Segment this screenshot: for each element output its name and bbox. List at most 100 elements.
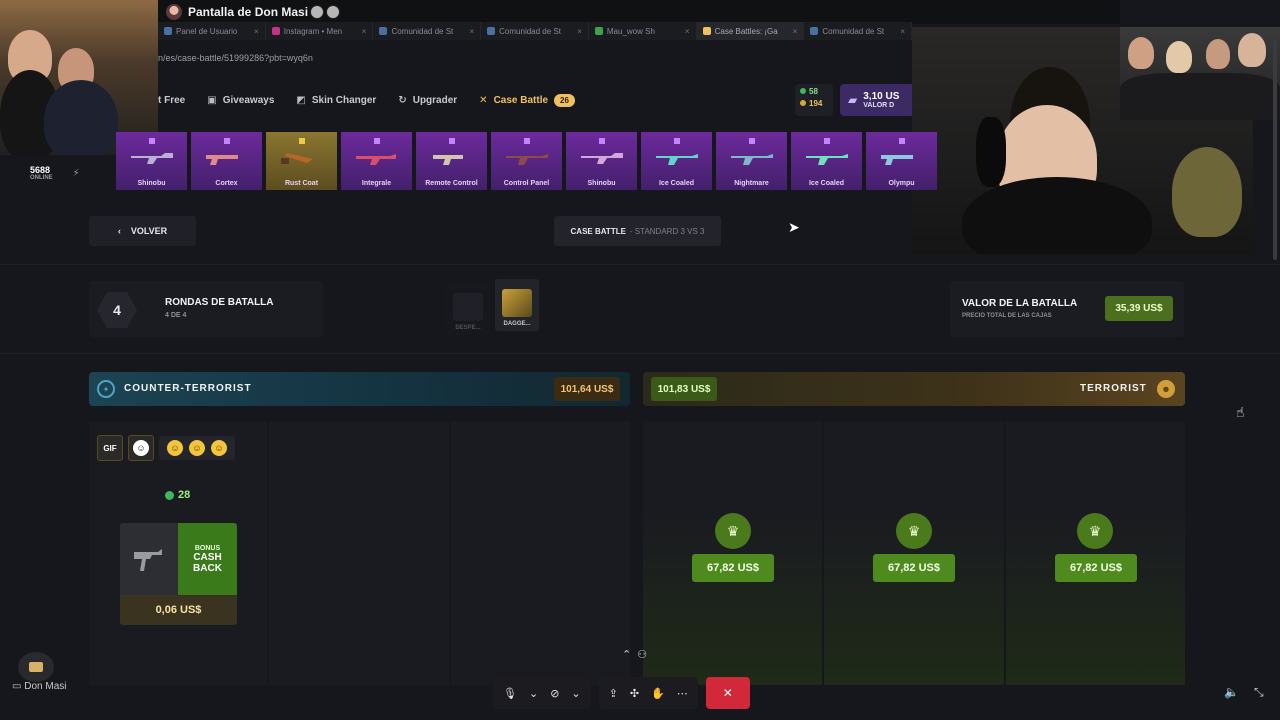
- drop-name: Nightmare: [734, 180, 769, 187]
- more-icon[interactable]: ⋯: [677, 687, 688, 700]
- drop-name: Shinobu: [137, 180, 166, 187]
- player-slot-t-1: [643, 421, 822, 685]
- presenter-avatar: [166, 4, 182, 20]
- gun-icon: [655, 154, 698, 165]
- crown-icon: ♛: [715, 513, 751, 549]
- browser-tab[interactable]: Comunidad de St ×: [373, 22, 482, 40]
- gun-icon: [432, 155, 463, 165]
- end-call-button[interactable]: ✕: [705, 677, 750, 709]
- browser-tab[interactable]: Comunidad de St ×: [804, 22, 913, 40]
- nav-giveaways[interactable]: ▣ Giveaways: [207, 95, 274, 106]
- ct-team-bar: ✦ COUNTER-TERRORIST 101,64 US$: [89, 372, 630, 406]
- drop-item[interactable]: Shinobu: [116, 132, 187, 190]
- player-slot-t-2: [824, 421, 1004, 685]
- mute-icon[interactable]: ×: [685, 27, 690, 36]
- battle-value-title: VALOR DE LA BATALLA: [962, 298, 1078, 309]
- green-coin-icon: [165, 490, 174, 500]
- close-icon[interactable]: ×: [577, 27, 582, 36]
- gun-icon: [805, 154, 848, 165]
- share-controls: ⇪ ✣ ✋ ⋯: [598, 677, 698, 709]
- drop-item[interactable]: Olympu: [866, 132, 937, 190]
- tab-label: Comunidad de St: [391, 26, 454, 36]
- camera-off-icon[interactable]: ⊘: [550, 687, 559, 700]
- raise-hand-icon[interactable]: ✋: [651, 687, 665, 700]
- page-scrollbar[interactable]: [1273, 40, 1277, 260]
- won-item-card[interactable]: BONUS CASH BACK 0,06 US$: [120, 523, 237, 625]
- webcam-group: [1120, 27, 1280, 120]
- rarity-tag: [748, 138, 755, 144]
- browser-tab[interactable]: Panel de Usuario ×: [158, 22, 266, 40]
- drop-item[interactable]: Shinobu: [566, 132, 637, 190]
- tab-label: Comunidad de St: [499, 26, 561, 36]
- gift-icon: ▣: [207, 94, 217, 106]
- browser-tab-active[interactable]: Case Battles: ¡Ga ×: [696, 22, 805, 40]
- chevron-down-icon[interactable]: ⌄: [571, 687, 580, 700]
- balance-box[interactable]: 58 194: [795, 84, 833, 116]
- tab-label: Panel de Usuario: [176, 26, 238, 36]
- back-label: VOLVER: [130, 226, 168, 236]
- volume-icon[interactable]: 🔈: [1224, 685, 1239, 699]
- bonus-label: BONUS: [194, 544, 221, 552]
- nav-free[interactable]: t Free: [158, 95, 185, 106]
- nav-upgrader[interactable]: ↻ Upgrader: [398, 95, 457, 106]
- emoji-button[interactable]: ☺: [128, 435, 154, 461]
- browser-tab-strip: Panel de Usuario × Instagram • Men × Comun…: [158, 22, 913, 40]
- nav-skin-changer[interactable]: ◩ Skin Changer: [296, 95, 376, 106]
- reactions-toggle[interactable]: ⌃ ⚇: [622, 648, 647, 661]
- steam-icon: [379, 27, 388, 35]
- neutral-emoji-icon[interactable]: ☺: [189, 440, 205, 456]
- drop-item[interactable]: Integrale: [341, 132, 412, 190]
- rarity-tag: [673, 138, 680, 144]
- nav-case-battle[interactable]: ✕ Case Battle 26: [479, 93, 575, 107]
- t-total: 101,83 US$: [651, 377, 717, 401]
- apps-icon[interactable]: ✣: [630, 687, 639, 700]
- bolt-icon: ⚡: [72, 167, 80, 179]
- rounds-box: 4 RONDAS DE BATALLA 4 DE 4: [89, 281, 323, 337]
- rarity-tag: [148, 138, 155, 144]
- back-button[interactable]: ‹ VOLVER: [89, 216, 196, 246]
- microphone-icon[interactable]: 🎙: [503, 687, 517, 700]
- close-icon[interactable]: ×: [469, 27, 474, 36]
- kick-icon: [594, 27, 603, 35]
- wallet-button[interactable]: ▰ 3,10 US VALOR D: [840, 84, 914, 116]
- drop-item[interactable]: Ice Coaled: [641, 132, 712, 190]
- laugh-emoji-icon[interactable]: ☺: [167, 440, 183, 456]
- browser-tab[interactable]: Mau_wow Sh ×: [589, 22, 697, 40]
- drop-item[interactable]: Remote Control: [416, 132, 487, 190]
- chevron-down-icon[interactable]: ⌄: [529, 687, 538, 700]
- browser-tab[interactable]: Comunidad de St ×: [481, 22, 589, 40]
- drop-item[interactable]: Cortex: [191, 132, 262, 190]
- av-controls: 🎙 ⌄ ⊘ ⌄: [493, 677, 591, 709]
- close-icon[interactable]: ×: [254, 27, 259, 36]
- drop-item[interactable]: Ice Coaled: [791, 132, 862, 190]
- grin-emoji-icon[interactable]: ☺: [211, 440, 227, 456]
- steam-icon: [487, 27, 496, 35]
- close-icon[interactable]: ×: [362, 27, 367, 36]
- coin-amount: 28: [178, 489, 191, 501]
- browser-tab[interactable]: Instagram • Men ×: [266, 22, 374, 40]
- case-art: [453, 293, 483, 321]
- instagram-icon: [271, 27, 280, 35]
- address-bar[interactable]: n/es/case-battle/51999286?pbt=wyq6n: [158, 48, 912, 68]
- steam-icon: [810, 27, 819, 35]
- back-label: BACK: [193, 562, 222, 574]
- gif-button[interactable]: GIF: [97, 435, 123, 461]
- chat-icon[interactable]: [18, 652, 54, 682]
- presenter-name: ▭ Don Masi: [12, 681, 66, 692]
- case-thumbnail[interactable]: DESPE...: [446, 283, 490, 335]
- crown-icon: ♛: [1077, 513, 1113, 549]
- gun-icon: ▰: [848, 93, 858, 107]
- drop-item[interactable]: Rust Coat: [266, 132, 337, 190]
- drop-item[interactable]: Nightmare: [716, 132, 787, 190]
- case-thumbnail-current[interactable]: DAGGE...: [495, 279, 539, 331]
- drop-name: Ice Coaled: [658, 180, 694, 187]
- drop-item[interactable]: Control Panel: [491, 132, 562, 190]
- green-balance: 58: [809, 87, 818, 96]
- tab-label: Comunidad de St: [822, 26, 885, 36]
- share-screen-icon[interactable]: ⇪: [609, 687, 618, 700]
- ct-total: 101,64 US$: [554, 377, 620, 401]
- fullscreen-icon[interactable]: ⤡: [1254, 685, 1264, 700]
- close-icon[interactable]: ×: [900, 27, 905, 36]
- close-icon[interactable]: ×: [793, 27, 798, 36]
- case-name: DESPE...: [455, 325, 481, 331]
